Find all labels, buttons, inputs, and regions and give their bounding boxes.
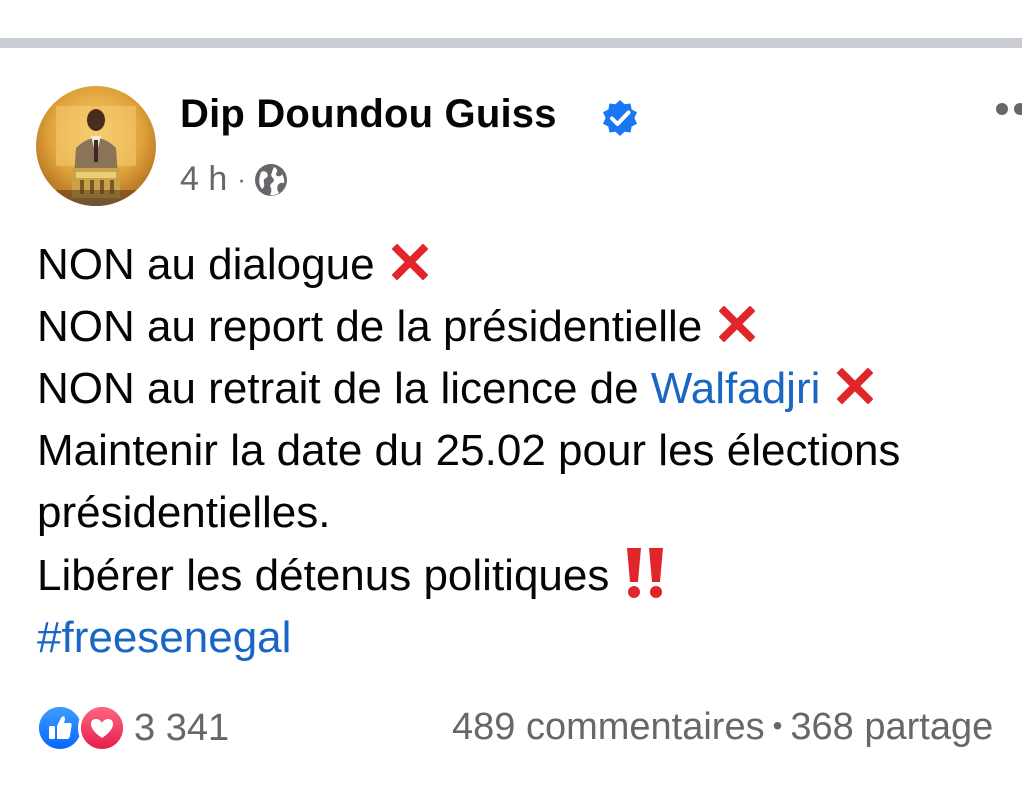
post-line-text: Libérer les détenus politiques xyxy=(37,551,610,600)
cross-mark-emoji xyxy=(712,299,762,349)
feed-post: Dip Doundou Guiss 4 h · NON au dialogue … xyxy=(0,48,1022,792)
post-line: Maintenir la date du 25.02 pour les élec… xyxy=(37,420,1022,544)
stats-separator: • xyxy=(772,710,783,741)
post-line: #freesenegal xyxy=(37,607,1022,669)
post-time[interactable]: 4 h xyxy=(180,160,227,199)
shares-count[interactable]: 368 partage xyxy=(790,706,993,748)
post-line: Libérer les détenus politiques xyxy=(37,544,1022,607)
post-footer: 3 341 489 commentaires • 368 partage xyxy=(0,704,1022,764)
top-strip xyxy=(0,0,1022,38)
reaction-count: 3 341 xyxy=(134,706,230,749)
avatar[interactable] xyxy=(36,86,156,206)
hashtag-link[interactable]: #freesenegal xyxy=(37,613,291,662)
author-name[interactable]: Dip Doundou Guiss xyxy=(180,92,557,137)
verified-badge-icon xyxy=(600,98,640,138)
post-line: NON au dialogue xyxy=(37,234,1022,296)
post-line-text: NON au dialogue xyxy=(37,240,375,289)
more-dot xyxy=(1014,103,1022,115)
post-line-text: Maintenir la date du 25.02 pour les élec… xyxy=(37,426,901,537)
walfadjri-link[interactable]: Walfadjri xyxy=(651,364,821,413)
post-line: NON au report de la présidentielle xyxy=(37,296,1022,358)
reactions-summary[interactable]: 3 341 xyxy=(36,704,229,752)
love-reaction-icon xyxy=(78,704,126,752)
meta-separator: · xyxy=(237,164,246,194)
post-body: NON au dialogue NON au report de la prés… xyxy=(37,234,1022,669)
post-line: NON au retrait de la licence de Walfadjr… xyxy=(37,358,1022,420)
more-dot xyxy=(996,103,1008,115)
post-meta: 4 h · xyxy=(180,160,288,199)
comments-count[interactable]: 489 commentaires xyxy=(452,706,765,748)
post-line-text: NON au retrait de la licence de xyxy=(37,364,651,413)
double-exclamation-emoji xyxy=(623,544,669,600)
cross-mark-emoji xyxy=(830,361,880,411)
engagement-stats: 489 commentaires • 368 partage xyxy=(452,706,993,749)
avatar-photo xyxy=(36,86,156,206)
feed-divider xyxy=(0,38,1022,48)
globe-icon[interactable] xyxy=(254,163,288,197)
more-options-icon[interactable] xyxy=(990,94,1022,124)
post-line-text: NON au report de la présidentielle xyxy=(37,302,703,351)
like-reaction-icon xyxy=(36,704,84,752)
cross-mark-emoji xyxy=(385,237,435,287)
